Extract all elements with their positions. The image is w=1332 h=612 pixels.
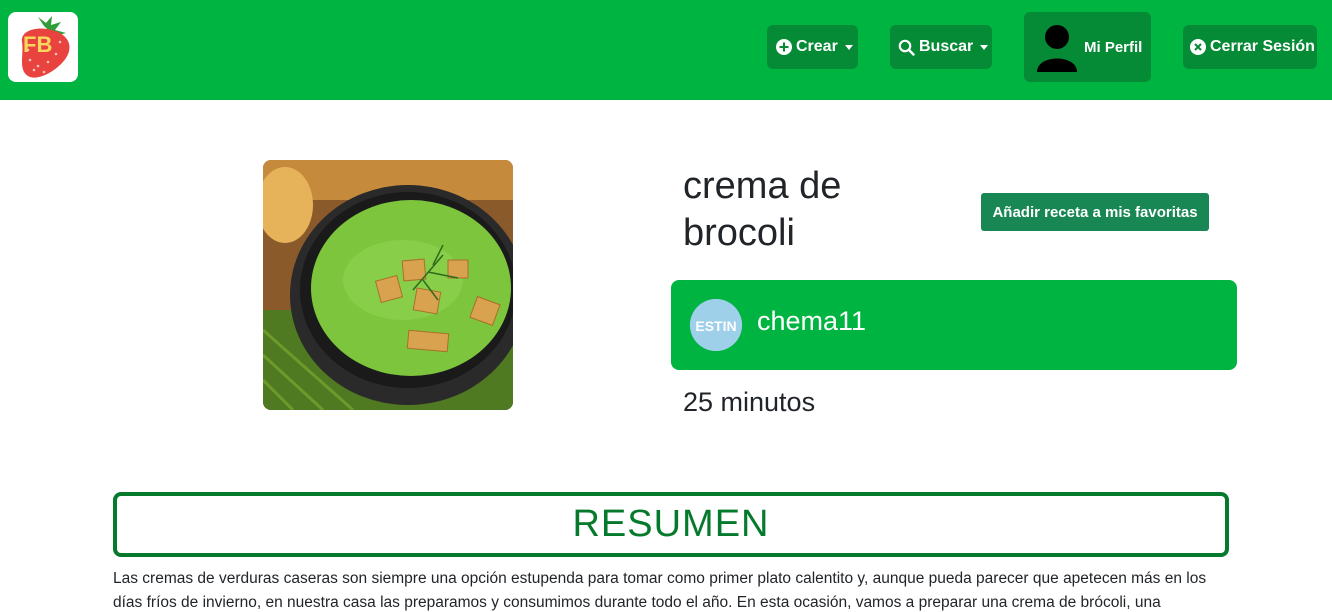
recipe-duration: 25 minutos (683, 387, 816, 417)
plus-circle-icon (776, 39, 792, 55)
crear-label: Crear (796, 38, 838, 55)
buscar-label: Buscar (919, 38, 974, 55)
recipe-image (263, 160, 513, 410)
buscar-dropdown-button[interactable]: Buscar (890, 25, 992, 69)
add-to-favorites-button[interactable]: Añadir receta a mis favoritas (981, 193, 1209, 231)
summary-heading: RESUMEN (572, 503, 770, 545)
caret-down-icon (980, 45, 989, 50)
crear-dropdown-button[interactable]: Crear (767, 25, 858, 69)
x-circle-icon (1190, 39, 1206, 55)
search-icon (898, 39, 915, 56)
recipe-title: crema de brocoli (683, 165, 842, 254)
navbar: FB Crear Buscar Mi Perfil Cerrar Sesión (0, 0, 1332, 100)
summary-heading-box: RESUMEN (113, 492, 1229, 557)
author-avatar: ESTIN (690, 299, 742, 351)
caret-down-icon (844, 45, 853, 50)
author-avatar-text: ESTIN (695, 318, 736, 334)
user-silhouette-icon (1034, 22, 1080, 72)
cerrar-sesion-button[interactable]: Cerrar Sesión (1183, 25, 1317, 69)
mi-perfil-label: Mi Perfil (1084, 38, 1143, 56)
summary-text: Las cremas de verduras caseras son siemp… (113, 570, 1207, 611)
logo-text: FB (23, 32, 53, 57)
cerrar-sesion-label: Cerrar Sesión (1210, 38, 1315, 55)
author-card[interactable]: ESTIN chema11 (671, 280, 1237, 370)
author-username: chema11 (757, 306, 867, 336)
mi-perfil-button[interactable]: Mi Perfil (1024, 12, 1151, 82)
